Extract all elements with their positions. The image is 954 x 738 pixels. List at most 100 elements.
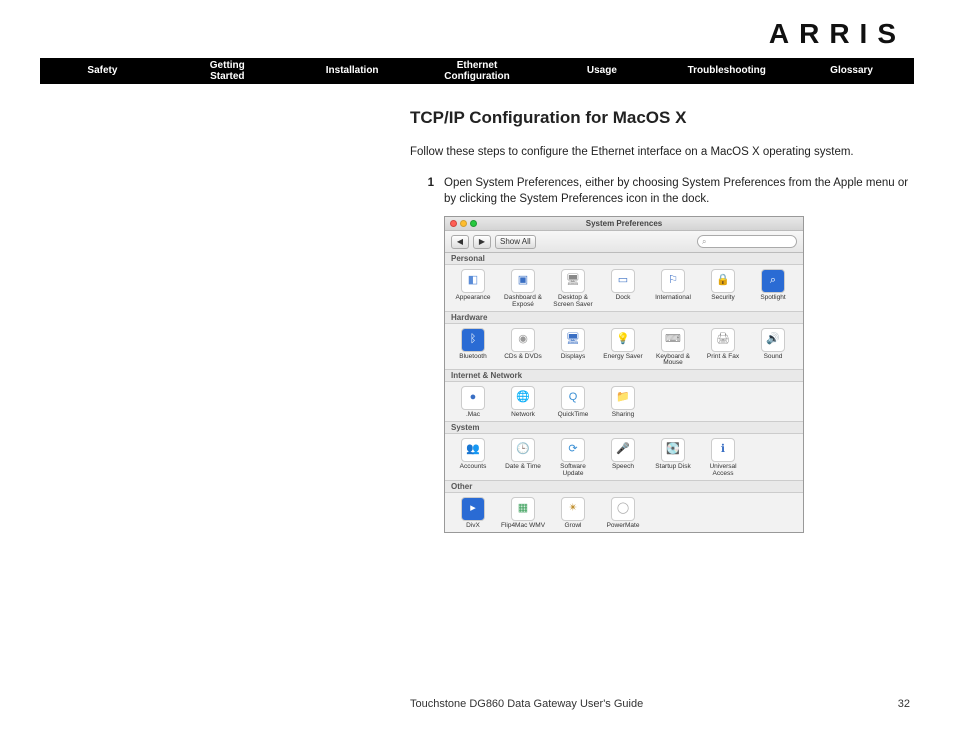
page-footer: Touchstone DG860 Data Gateway User's Gui… — [410, 698, 910, 710]
security-icon: 🔒 — [711, 269, 735, 293]
sp-row: ᛒBluetooth◉CDs & DVDs 🖥 Displays 💡Energy Sa… — [445, 324, 803, 370]
pref-bluetooth[interactable]: ᛒBluetooth — [449, 328, 497, 368]
nav-item-safety[interactable]: Safety — [40, 65, 165, 77]
pref--mac[interactable]: ● .Mac — [449, 386, 497, 419]
page-number: 32 — [898, 698, 910, 710]
pref-label: Sound — [764, 354, 783, 361]
pref-divx[interactable]: ▸DivX — [449, 497, 497, 530]
pref-displays[interactable]: 🖥 Displays — [549, 328, 597, 368]
sp-toolbar: ◀ ▶ Show All ⌕ — [445, 231, 803, 253]
pref-desktop-screen-saver[interactable]: 🖥 Desktop & Screen Saver — [549, 269, 597, 309]
pref-cds-dvds[interactable]: ◉CDs & DVDs — [499, 328, 547, 368]
pref-label: Dashboard & Exposé — [499, 295, 547, 309]
sound-icon: 🔊 — [761, 328, 785, 352]
pref-keyboard-mouse[interactable]: ⌨ Keyboard & Mouse — [649, 328, 697, 368]
nav-item-getting-started[interactable]: GettingStarted — [165, 60, 290, 83]
appearance-icon: ◧ — [461, 269, 485, 293]
spotlight-icon: ⌕ — [761, 269, 785, 293]
pref-label: International — [655, 295, 691, 302]
pref-label: Spotlight — [760, 295, 785, 302]
sp-section-hardware: Hardware — [445, 311, 803, 324]
pref-accounts[interactable]: 👥 Accounts — [449, 438, 497, 478]
pref-security[interactable]: 🔒Security — [699, 269, 747, 309]
show-all-button[interactable]: Show All — [495, 235, 536, 249]
pref-startup-disk[interactable]: 💽 Startup Disk — [649, 438, 697, 478]
divx-icon: ▸ — [461, 497, 485, 521]
growl-icon: ✴ — [561, 497, 585, 521]
displays-icon: 🖥 — [561, 328, 585, 352]
pref-speech[interactable]: 🎤Speech — [599, 438, 647, 478]
date-time-icon: 🕒 — [511, 438, 535, 462]
forward-button[interactable]: ▶ — [473, 235, 491, 249]
pref-label: Bluetooth — [459, 354, 486, 361]
pref-label: Sharing — [612, 412, 634, 419]
pref-label: Dock — [616, 295, 631, 302]
pref-growl[interactable]: ✴ Growl — [549, 497, 597, 530]
pref-date-time[interactable]: 🕒 Date & Time — [499, 438, 547, 478]
pref-label: .Mac — [466, 412, 480, 419]
network-icon: 🌐 — [511, 386, 535, 410]
speech-icon: 🎤 — [611, 438, 635, 462]
sp-section-system: System — [445, 421, 803, 434]
sp-section-internet-network: Internet & Network — [445, 369, 803, 382]
pref-international[interactable]: ⚐ International — [649, 269, 697, 309]
pref-spotlight[interactable]: ⌕ Spotlight — [749, 269, 797, 309]
pref-software-update[interactable]: ⟳ Software Update — [549, 438, 597, 478]
sp-sections: Personal◧Appearance▣Dashboard & Exposé🖥D… — [445, 253, 803, 532]
desktop-screen-saver-icon: 🖥 — [561, 269, 585, 293]
pref-network[interactable]: 🌐Network — [499, 386, 547, 419]
nav-item-installation[interactable]: Installation — [290, 65, 415, 77]
pref-label: Growl — [565, 523, 582, 530]
footer-title: Touchstone DG860 Data Gateway User's Gui… — [410, 698, 643, 710]
back-button[interactable]: ◀ — [451, 235, 469, 249]
quicktime-icon: Q — [561, 386, 585, 410]
pref-label: Appearance — [455, 295, 490, 302]
step-number: 1 — [410, 175, 444, 208]
pref-label: Desktop & Screen Saver — [549, 295, 597, 309]
accounts-icon: 👥 — [461, 438, 485, 462]
pref-appearance[interactable]: ◧ Appearance — [449, 269, 497, 309]
step-1: 1 Open System Preferences, either by cho… — [410, 175, 910, 208]
page-title: TCP/IP Configuration for MacOS X — [410, 108, 910, 128]
sp-row: ● .Mac 🌐Network Q QuickTime 📁 Sharing — [445, 382, 803, 421]
sharing-icon: 📁 — [611, 386, 635, 410]
pref-label: QuickTime — [558, 412, 589, 419]
nav-item-ethernet-configuration[interactable]: EthernetConfiguration — [415, 60, 540, 83]
pref-print-fax[interactable]: 🖨Print & Fax — [699, 328, 747, 368]
startup-disk-icon: 💽 — [661, 438, 685, 462]
pref-label: Startup Disk — [655, 464, 690, 471]
pref-label: Software Update — [549, 464, 597, 478]
pref-sharing[interactable]: 📁 Sharing — [599, 386, 647, 419]
pref-label: Keyboard & Mouse — [649, 354, 697, 368]
nav-item-usage[interactable]: Usage — [539, 65, 664, 77]
pref-label: Flip4Mac WMV — [501, 523, 545, 530]
pref-label: PowerMate — [607, 523, 640, 530]
sp-row: ▸DivX▦Flip4Mac WMV ✴ Growl ◯PowerMate — [445, 493, 803, 532]
pref-label: Universal Access — [699, 464, 747, 478]
pref-powermate[interactable]: ◯PowerMate — [599, 497, 647, 530]
brand-logo: ARRIS — [769, 18, 906, 50]
nav-item-glossary[interactable]: Glossary — [789, 65, 914, 77]
step-text: Open System Preferences, either by choos… — [444, 175, 910, 208]
keyboard-mouse-icon: ⌨ — [661, 328, 685, 352]
software-update-icon: ⟳ — [561, 438, 585, 462]
pref-label: Print & Fax — [707, 354, 739, 361]
energy-saver-icon: 💡 — [611, 328, 635, 352]
pref-dashboard-expos-[interactable]: ▣Dashboard & Exposé — [499, 269, 547, 309]
pref-sound[interactable]: 🔊 Sound — [749, 328, 797, 368]
pref-label: Accounts — [460, 464, 487, 471]
pref-universal-access[interactable]: ℹUniversal Access — [699, 438, 747, 478]
international-icon: ⚐ — [661, 269, 685, 293]
pref-label: Date & Time — [505, 464, 541, 471]
pref-dock[interactable]: ▭Dock — [599, 269, 647, 309]
-mac-icon: ● — [461, 386, 485, 410]
intro-text: Follow these steps to configure the Ethe… — [410, 144, 910, 161]
sp-window-title: System Preferences — [445, 219, 803, 228]
pref-energy-saver[interactable]: 💡Energy Saver — [599, 328, 647, 368]
search-input[interactable]: ⌕ — [697, 235, 797, 248]
sp-titlebar: System Preferences — [445, 217, 803, 231]
pref-quicktime[interactable]: Q QuickTime — [549, 386, 597, 419]
nav-item-troubleshooting[interactable]: Troubleshooting — [664, 65, 789, 77]
pref-flip-mac-wmv[interactable]: ▦Flip4Mac WMV — [499, 497, 547, 530]
pref-label: Displays — [561, 354, 586, 361]
